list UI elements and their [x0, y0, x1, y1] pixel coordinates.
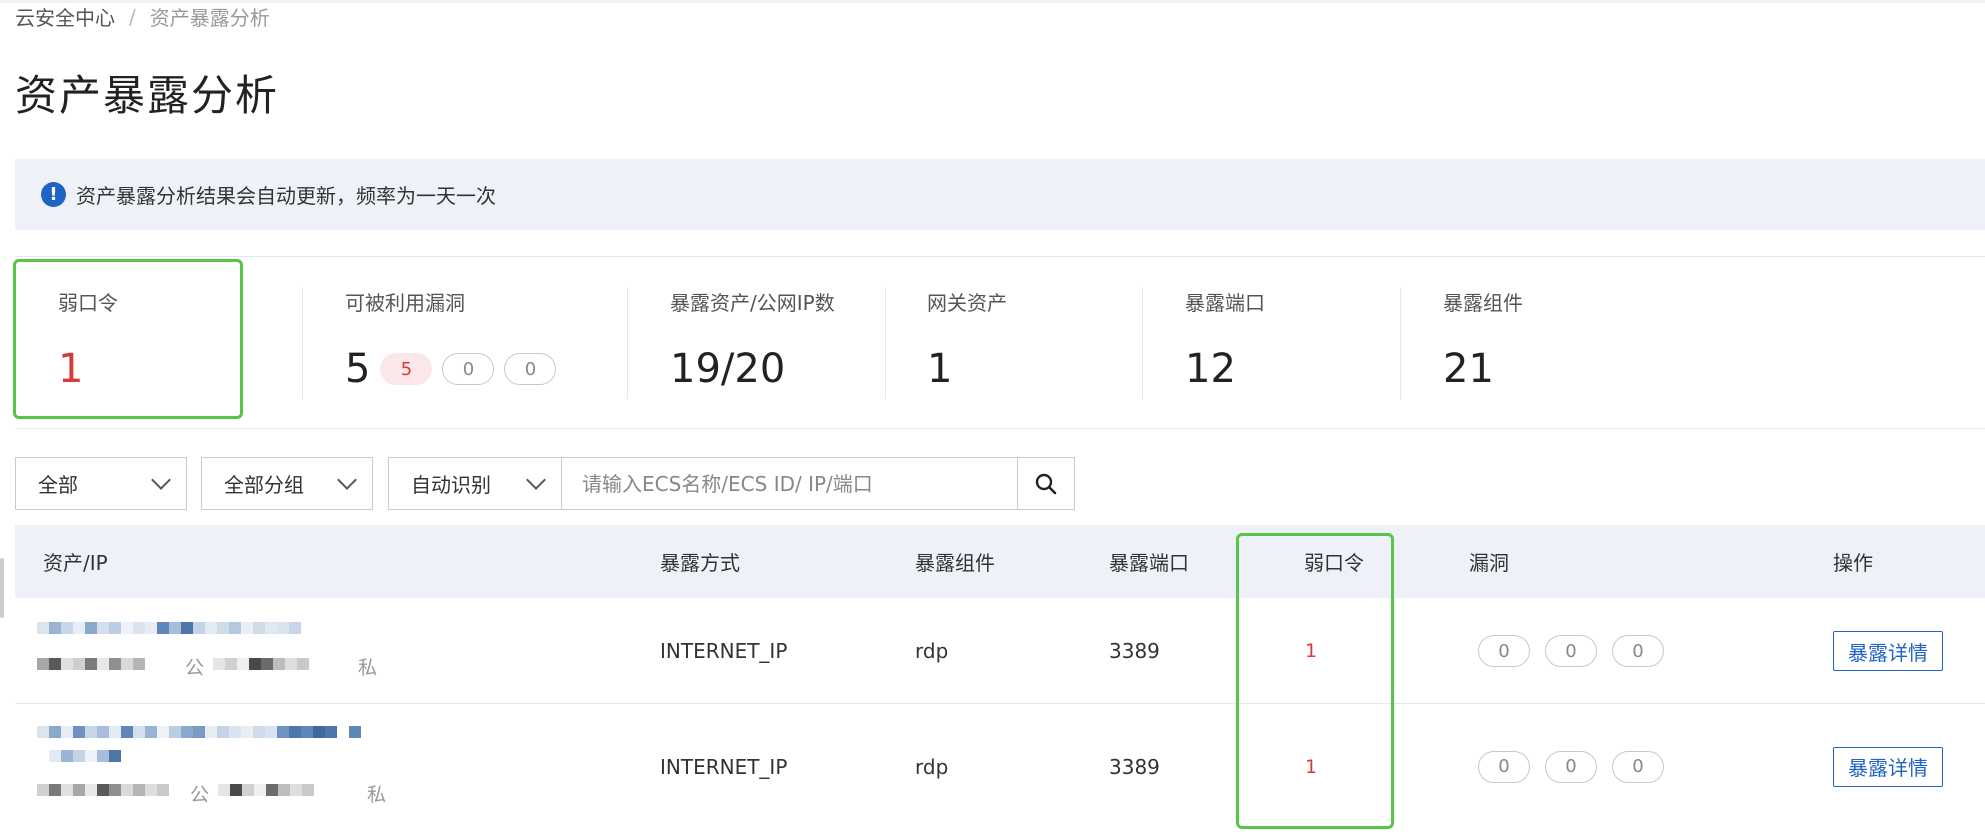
- breadcrumb: 云安全中心 / 资产暴露分析: [15, 2, 270, 31]
- header-method: 暴露方式: [660, 551, 740, 575]
- notice-text: 资产暴露分析结果会自动更新，频率为一天一次: [76, 184, 496, 208]
- cell-component: rdp: [915, 639, 949, 663]
- public-ip-tag: 公: [190, 784, 210, 806]
- stat-label: 暴露端口: [1185, 291, 1265, 315]
- page-title: 资产暴露分析: [15, 71, 280, 120]
- mode-select-value: 自动识别: [411, 473, 491, 497]
- breadcrumb-separator: /: [129, 4, 136, 29]
- exposure-details-button[interactable]: 暴露详情: [1833, 746, 1943, 787]
- header-action: 操作: [1833, 551, 1873, 575]
- divider: [885, 287, 886, 399]
- stat-exposed-ports[interactable]: 暴露端口 12: [1185, 287, 1265, 392]
- table-row: 公 私 INTERNET_IP rdp 3389 1 0 0 0 暴露详情: [15, 704, 1985, 834]
- search-group: 自动识别: [388, 457, 1075, 510]
- redacted-asset-ip: [37, 784, 169, 796]
- group-select[interactable]: 全部分组: [201, 457, 373, 510]
- redacted-asset-ip-2: [218, 784, 314, 796]
- breadcrumb-current: 资产暴露分析: [149, 6, 270, 30]
- redacted-asset-name: [37, 622, 301, 634]
- stat-label: 可被利用漏洞: [345, 291, 465, 315]
- stat-exposed-components[interactable]: 暴露组件 21: [1443, 287, 1523, 392]
- public-ip-tag: 公: [185, 657, 205, 679]
- redacted-asset-ip: [37, 658, 145, 670]
- vuln-medium-badge: 0: [1545, 635, 1597, 667]
- stat-value: 19/20: [670, 346, 786, 392]
- vuln-high-badge: 0: [1478, 750, 1530, 783]
- stat-gateway-assets[interactable]: 网关资产 1: [927, 287, 1007, 392]
- top-border: [0, 0, 1985, 3]
- header-component: 暴露组件: [915, 551, 995, 575]
- header-port: 暴露端口: [1109, 551, 1189, 575]
- scope-select-value: 全部: [38, 473, 78, 497]
- vuln-low-badge: 0: [1612, 635, 1664, 667]
- exposure-details-button[interactable]: 暴露详情: [1833, 631, 1943, 671]
- low-risk-badge: 0: [504, 353, 557, 385]
- cell-method: INTERNET_IP: [660, 754, 788, 779]
- redacted-asset-name: [37, 726, 361, 738]
- table-header: 资产/IP 暴露方式 暴露组件 暴露端口 弱口令 漏洞 操作: [15, 525, 1985, 598]
- stat-value: 5: [345, 346, 371, 392]
- stat-value-group: 5 5 0 0: [345, 346, 557, 392]
- stat-value: 21: [1443, 346, 1494, 392]
- scope-select[interactable]: 全部: [15, 457, 187, 510]
- redacted-asset-name-2: [37, 750, 121, 762]
- vuln-medium-badge: 0: [1545, 750, 1597, 783]
- chevron-down-icon: [151, 469, 171, 490]
- cell-port: 3389: [1109, 754, 1160, 779]
- chevron-down-icon: [337, 469, 357, 490]
- cell-component: rdp: [915, 754, 949, 779]
- private-ip-tag: 私: [358, 657, 378, 679]
- cell-vulns: 0 0 0: [1478, 598, 1664, 704]
- info-icon: !: [41, 182, 66, 207]
- notice-bar: ! 资产暴露分析结果会自动更新，频率为一天一次: [15, 159, 1985, 230]
- stat-exposed-assets[interactable]: 暴露资产/公网IP数 19/20: [670, 287, 835, 392]
- cell-action: 暴露详情: [1833, 704, 1943, 829]
- stat-label: 暴露资产/公网IP数: [670, 291, 835, 315]
- high-risk-badge: 5: [380, 353, 433, 385]
- cell-vulns: 0 0 0: [1478, 704, 1664, 829]
- divider: [302, 287, 303, 399]
- search-button[interactable]: [1018, 457, 1075, 510]
- redacted-asset-ip-2: [213, 658, 309, 670]
- search-input[interactable]: [562, 457, 1018, 510]
- cell-port: 3389: [1109, 639, 1160, 663]
- filter-bar: 全部 全部分组 自动识别: [15, 457, 1075, 510]
- table-row: 公 私 INTERNET_IP rdp 3389 1 0 0 0 暴露详情: [15, 598, 1985, 704]
- mode-select[interactable]: 自动识别: [388, 457, 562, 510]
- medium-risk-badge: 0: [442, 353, 495, 385]
- vuln-low-badge: 0: [1612, 750, 1664, 783]
- group-select-value: 全部分组: [224, 473, 304, 497]
- stat-exploitable-vulns[interactable]: 可被利用漏洞 5 5 0 0: [345, 287, 557, 392]
- breadcrumb-root[interactable]: 云安全中心: [15, 2, 115, 31]
- stat-label: 暴露组件: [1443, 291, 1523, 315]
- divider: [627, 287, 628, 399]
- stat-value: 12: [1185, 346, 1236, 392]
- highlight-weak-password-column: [1236, 533, 1394, 829]
- divider: [1400, 287, 1401, 399]
- asset-table: 资产/IP 暴露方式 暴露组件 暴露端口 弱口令 漏洞 操作 公 私 INTER…: [15, 525, 1985, 834]
- vuln-high-badge: 0: [1478, 635, 1530, 667]
- divider: [1142, 287, 1143, 399]
- search-icon: [1035, 473, 1057, 494]
- cell-action: 暴露详情: [1833, 598, 1943, 704]
- stats-panel: 弱口令 1 可被利用漏洞 5 5 0 0 暴露资产/公网IP数 19/20 网关…: [15, 256, 1985, 429]
- scroll-handle[interactable]: [0, 558, 4, 618]
- header-asset: 资产/IP: [43, 551, 108, 575]
- cell-method: INTERNET_IP: [660, 639, 788, 663]
- private-ip-tag: 私: [367, 784, 387, 806]
- stat-value: 1: [927, 346, 953, 392]
- stat-label: 网关资产: [927, 291, 1007, 315]
- highlight-weak-password-stat: [13, 259, 243, 419]
- chevron-down-icon: [526, 469, 546, 490]
- header-vuln: 漏洞: [1469, 551, 1509, 575]
